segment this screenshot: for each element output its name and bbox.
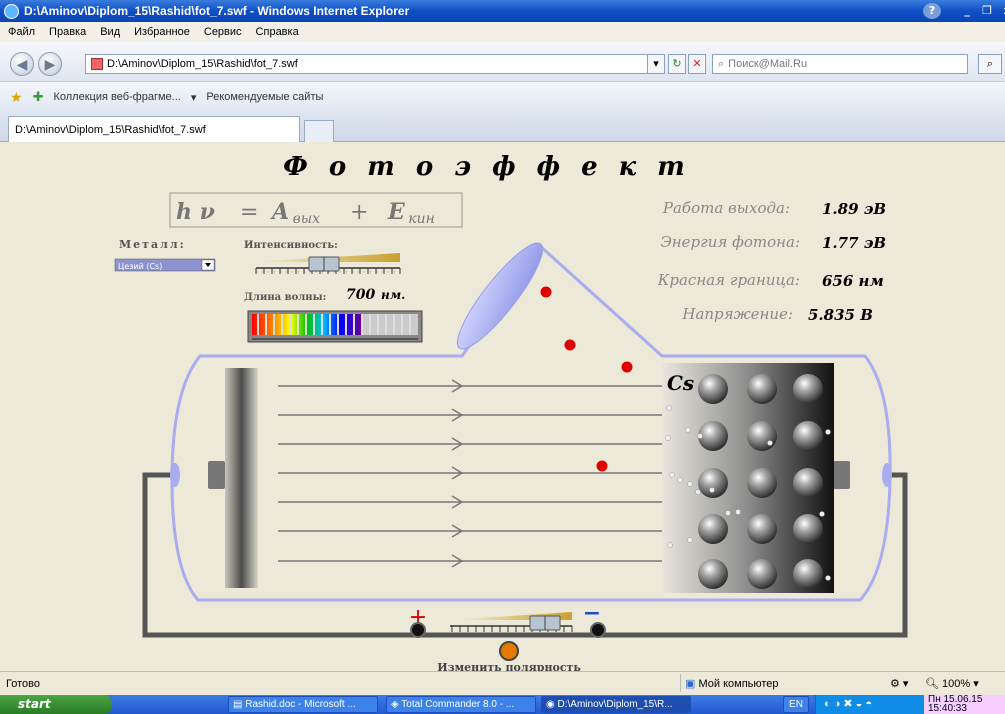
task-totalcmd[interactable]: ◈ Total Commander 8.0 - ... [386, 696, 536, 713]
favorites-star-icon[interactable]: ★ [10, 89, 23, 106]
close-button[interactable]: x [998, 3, 1005, 19]
formula: h ν = A вых + E кин [176, 199, 435, 227]
task-ie[interactable]: ◉ D:\Aminov\Diplom_15\R... [541, 696, 691, 713]
photon-label: Энергия фотона: [660, 233, 800, 251]
zoom-icon: 🔍︎ [925, 678, 939, 690]
system-tray: ◐ ◑ ✖ ◒ ◓ Пн 15.06.15 15:40:33 [815, 695, 1005, 714]
fav-item-collection[interactable]: Коллекция веб-фрагме... [53, 91, 180, 103]
refresh-button[interactable]: ↻ [668, 54, 686, 74]
metal-label: Металл: [119, 238, 186, 251]
computer-icon: ▣ [685, 678, 696, 690]
status-bar: Готово ▣ Мой компьютер ⚙ ▾ 🔍︎ 100% ▾ [0, 671, 1005, 695]
task-word[interactable]: ▤ Rashid.doc - Microsoft ... [228, 696, 378, 713]
new-tab-button[interactable] [304, 120, 334, 142]
wire-left [142, 472, 418, 638]
red-label: Красная граница: [657, 271, 800, 289]
tab-bar: D:\Aminov\Diplom_15\Rashid\fot_7.swf [0, 112, 1005, 142]
window-titlebar: D:\Aminov\Diplom_15\Rashid\fot_7.swf - W… [0, 0, 1005, 22]
restore-button[interactable]: ❐ [978, 3, 996, 19]
left-connector [208, 461, 225, 489]
menu-tools[interactable]: Сервис [204, 26, 242, 38]
anode-plate [225, 368, 258, 588]
wavelength-label: Длина волны: [244, 292, 326, 303]
menu-file[interactable]: Файл [8, 26, 35, 38]
right-electrode-seal [882, 463, 892, 487]
minimize-button[interactable]: _ [958, 3, 976, 19]
voltage-label: Напряжение: [681, 305, 793, 323]
metal-select[interactable]: Цезий (Cs) [114, 258, 216, 272]
menu-favorites[interactable]: Избранное [134, 26, 190, 38]
ie-icon [4, 3, 19, 19]
work-label: Работа выхода: [662, 199, 790, 217]
stop-button[interactable]: ✕ [688, 54, 706, 74]
readout-labels: Работа выхода: Энергия фотона: Красная г… [657, 199, 800, 323]
negative-terminal [590, 622, 606, 638]
search-button[interactable]: ⌕ [978, 54, 1002, 74]
address-row: ◀ ▶ D:\Aminov\Diplom_15\Rashid\fot_7.swf… [0, 42, 1005, 82]
polarity-label: Изменить полярность [437, 661, 581, 671]
chevron-down-icon[interactable]: ▾ [191, 91, 197, 104]
voltage-slider[interactable] [448, 612, 573, 632]
search-icon: ⌕ [718, 57, 725, 70]
intensity-slider[interactable] [248, 253, 401, 274]
fav-item-recommended[interactable]: Рекомендуемые сайты [206, 91, 323, 103]
photon-value: 1.77 эВ [822, 234, 886, 252]
address-bar[interactable]: D:\Aminov\Diplom_15\Rashid\fot_7.swf [85, 54, 665, 74]
menu-help[interactable]: Справка [256, 26, 299, 38]
menu-edit[interactable]: Правка [49, 26, 86, 38]
forward-button[interactable]: ▶ [38, 52, 62, 76]
add-favorite-icon[interactable]: ✚ [33, 89, 44, 105]
red-value: 656 нм [822, 272, 884, 290]
work-value: 1.89 эВ [822, 200, 886, 218]
menu-view[interactable]: Вид [100, 26, 120, 38]
wavelength-value: 700 [346, 287, 375, 303]
address-url: D:\Aminov\Diplom_15\Rashid\fot_7.swf [107, 58, 298, 70]
readout-values: 1.89 эВ 1.77 эВ 656 нм 5.835 В [808, 200, 886, 324]
metal-select-value: Цезий (Cs) [118, 262, 162, 271]
start-button[interactable]: start [0, 695, 112, 714]
zone-panel: ▣ Мой компьютер [680, 674, 880, 692]
field-lines [278, 379, 668, 568]
status-text: Готово [6, 678, 40, 690]
favorites-bar: ★ ✚ Коллекция веб-фрагме... ▾ Рекомендуе… [0, 82, 1005, 112]
photoeffect-sim: Ф о т о э ф ф е к т h ν = A вых + E кин … [114, 152, 908, 671]
element-label: Cs [667, 371, 694, 395]
window-title: D:\Aminov\Diplom_15\Rashid\fot_7.swf - W… [24, 4, 410, 18]
wavelength-unit: нм. [381, 288, 405, 302]
zoom-control[interactable]: 🔍︎ 100% ▾ [925, 677, 979, 690]
help-icon[interactable]: ? [923, 3, 941, 19]
protected-mode-icon[interactable]: ⚙ ▾ [890, 677, 908, 690]
sim-title: Ф о т о э ф ф е к т [283, 152, 691, 182]
intensity-label: Интенсивность: [244, 240, 338, 251]
taskbar: start ▤ Rashid.doc - Microsoft ... ◈ Tot… [0, 695, 1005, 714]
address-dropdown[interactable]: ▾ [647, 54, 665, 74]
search-input[interactable]: ⌕ Поиск@Mail.Ru [712, 54, 968, 74]
voltage-value: 5.835 В [808, 306, 873, 324]
flash-content: Ф о т о э ф ф е к т h ν = A вых + E кин … [0, 142, 1005, 671]
left-electrode-seal [170, 463, 180, 487]
tab-active[interactable]: D:\Aminov\Diplom_15\Rashid\fot_7.swf [8, 116, 300, 142]
clock[interactable]: Пн 15.06.15 15:40:33 [924, 695, 1005, 714]
page-icon [91, 58, 103, 70]
wavelength-spectrum-slider[interactable] [247, 310, 423, 343]
positive-terminal [410, 622, 426, 638]
language-indicator[interactable]: EN [783, 696, 809, 713]
tray-icons[interactable]: ◐ ◑ ✖ ◒ ◓ [824, 697, 872, 710]
menubar: Файл Правка Вид Избранное Сервис Справка [0, 22, 1005, 42]
right-connector [833, 461, 850, 489]
window-lens [456, 242, 544, 350]
polarity-button[interactable] [499, 641, 519, 661]
back-button[interactable]: ◀ [10, 52, 34, 76]
